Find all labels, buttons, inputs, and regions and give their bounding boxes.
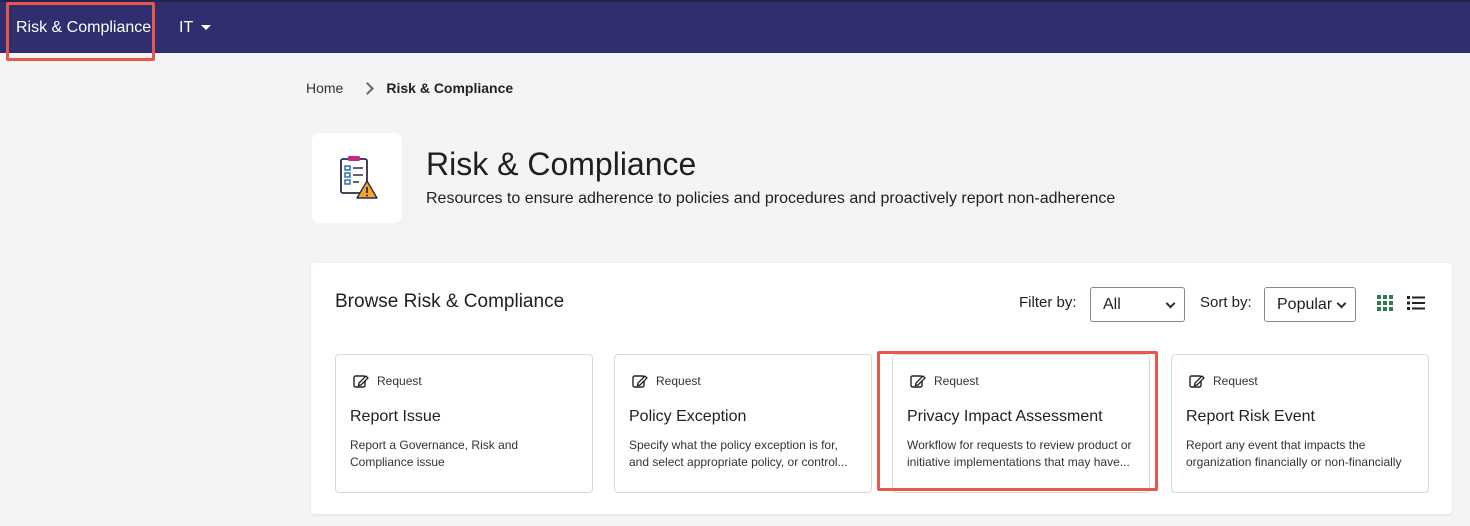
card-description: Specify what the policy exception is for… bbox=[629, 438, 848, 469]
card-description: Report a Governance, Risk and Compliance… bbox=[350, 438, 519, 469]
page-title: Risk & Compliance bbox=[426, 146, 697, 182]
catalog-card-report-issue[interactable]: Request Report Issue Report a Governance… bbox=[335, 354, 593, 493]
filter-value: All bbox=[1103, 295, 1121, 313]
sort-value: Popular bbox=[1277, 295, 1333, 313]
page-subtitle: Resources to ensure adherence to policie… bbox=[426, 190, 1116, 207]
category-icon-tile bbox=[312, 133, 402, 223]
chevron-down-icon bbox=[1165, 298, 1176, 309]
nav-item-label: IT bbox=[179, 18, 194, 36]
catalog-card-policy-exception[interactable]: Request Policy Exception Specify what th… bbox=[614, 354, 872, 493]
filter-select[interactable]: All bbox=[1090, 287, 1185, 322]
breadcrumb-home-link[interactable]: Home bbox=[306, 80, 343, 96]
chevron-down-icon bbox=[1336, 298, 1347, 309]
sort-label: Sort by: bbox=[1200, 294, 1252, 311]
browse-panel: Browse Risk & Compliance Filter by: All … bbox=[311, 263, 1452, 514]
card-description: Workflow for requests to review product … bbox=[907, 438, 1132, 469]
filter-label: Filter by: bbox=[1019, 294, 1077, 311]
card-type: Request bbox=[353, 374, 422, 388]
edit-request-icon bbox=[632, 375, 648, 388]
card-title: Policy Exception bbox=[629, 408, 747, 425]
breadcrumb: Home Risk & Compliance bbox=[306, 78, 513, 98]
card-type-label: Request bbox=[377, 374, 422, 388]
grid-view-icon[interactable] bbox=[1377, 295, 1393, 311]
card-title: Report Risk Event bbox=[1186, 408, 1315, 425]
checklist-warning-icon bbox=[340, 156, 378, 199]
nav-item-risk-compliance[interactable]: Risk & Compliance bbox=[16, 2, 151, 53]
card-title: Report Issue bbox=[350, 408, 441, 425]
card-description: Report any event that impacts the organi… bbox=[1186, 438, 1402, 469]
edit-request-icon bbox=[1189, 375, 1205, 388]
list-view-icon[interactable] bbox=[1407, 295, 1425, 311]
edit-request-icon bbox=[353, 375, 369, 388]
caret-down-icon bbox=[201, 25, 212, 30]
card-type: Request bbox=[1189, 374, 1258, 388]
card-type-label: Request bbox=[934, 374, 979, 388]
card-title: Privacy Impact Assessment bbox=[907, 408, 1103, 425]
edit-request-icon bbox=[910, 375, 926, 388]
browse-title: Browse Risk & Compliance bbox=[335, 291, 565, 312]
sort-select[interactable]: Popular bbox=[1264, 287, 1356, 322]
catalog-card-report-risk-event[interactable]: Request Report Risk Event Report any eve… bbox=[1171, 354, 1429, 493]
card-type: Request bbox=[632, 374, 701, 388]
card-type-label: Request bbox=[656, 374, 701, 388]
top-nav: Risk & Compliance IT bbox=[0, 0, 1470, 53]
card-type-label: Request bbox=[1213, 374, 1258, 388]
nav-item-it[interactable]: IT bbox=[179, 2, 212, 53]
chevron-right-icon bbox=[361, 81, 375, 95]
breadcrumb-current: Risk & Compliance bbox=[386, 80, 514, 96]
nav-item-label: Risk & Compliance bbox=[16, 18, 152, 36]
catalog-card-privacy-impact-assessment[interactable]: Request Privacy Impact Assessment Workfl… bbox=[892, 354, 1150, 493]
card-type: Request bbox=[910, 374, 979, 388]
